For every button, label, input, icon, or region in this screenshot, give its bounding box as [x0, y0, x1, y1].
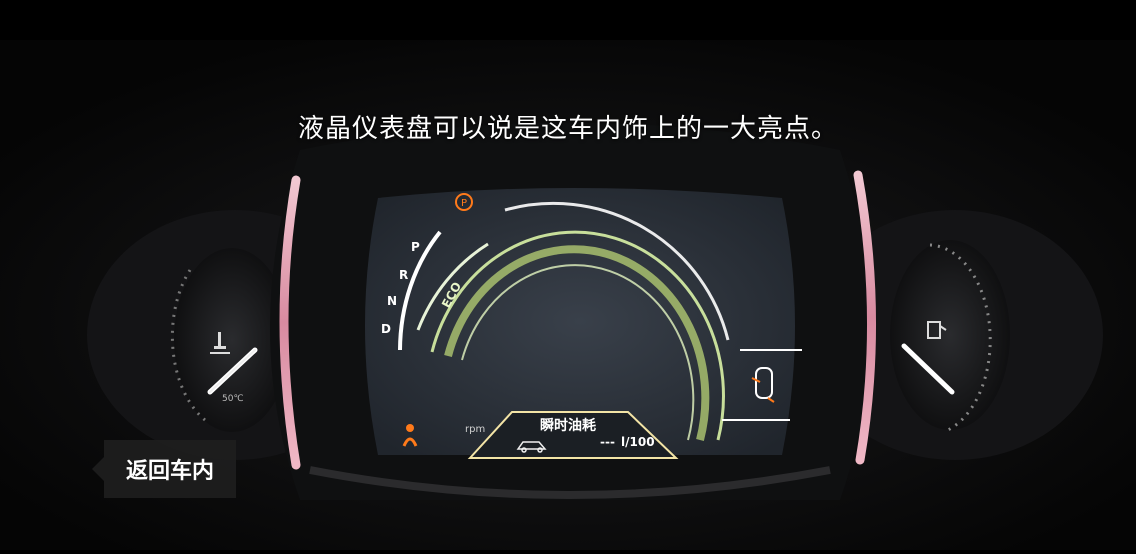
dashboard-scene: P P R N D ECO rpm 瞬时油耗 --- l/100 50℃ 液晶仪… [0, 0, 1136, 550]
left-gauge-label: 50℃ [222, 394, 244, 404]
svg-text:P: P [461, 198, 467, 209]
gear-n: N [387, 294, 398, 308]
info-unit: l/100 [621, 435, 655, 449]
caption: 液晶仪表盘可以说是这车内饰上的一大亮点。 [297, 114, 838, 144]
gear-r: R [399, 268, 409, 282]
gear-d: D [381, 322, 391, 336]
info-title: 瞬时油耗 [540, 418, 596, 434]
info-value: --- [600, 435, 615, 449]
rpm-label: rpm [465, 424, 486, 435]
back-to-interior-button[interactable]: 返回车内 [92, 440, 236, 498]
gear-p: P [411, 240, 420, 254]
